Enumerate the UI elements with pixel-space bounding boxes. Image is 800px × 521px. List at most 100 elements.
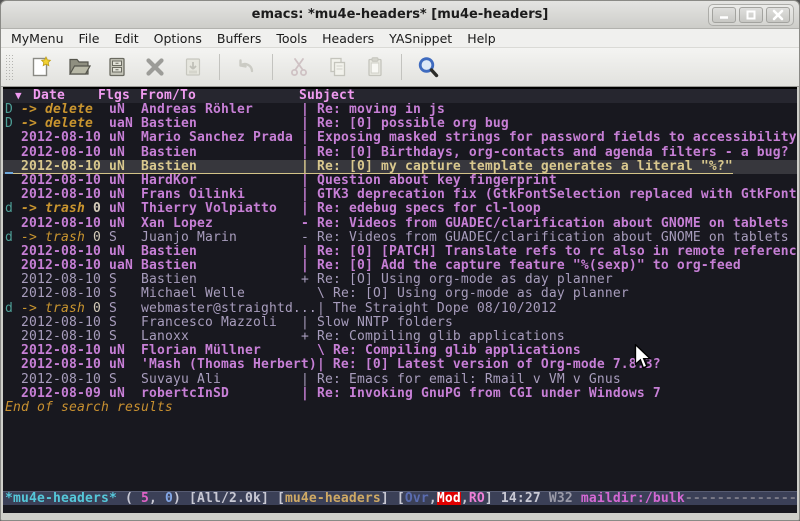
message-subject: \ Re: [O] Using org-mode as day planner [301,287,629,301]
message-subject: + Re: Compiling glib applications [301,330,565,344]
message-row[interactable]: 2012-08-10uNMario Sanchez Prada| Exposin… [3,131,797,145]
message-row[interactable]: 2012-08-10SBastien+ Re: [O] Using org-mo… [3,273,797,287]
message-subject: | GTK3 deprecation fix (GtkFontSelection… [301,188,797,202]
search-button[interactable] [415,54,441,80]
message-row[interactable]: D-> deleteuNAndreas Röhler| Re: moving i… [3,103,797,117]
message-date: -> delete [21,103,109,117]
sort-indicator-icon[interactable]: ▼ [15,89,22,103]
message-row[interactable]: 2012-08-10uaNBastien| Re: [0] Add the ca… [3,259,797,273]
message-row[interactable]: 2012-08-10uN'Mash (Thomas Herbert)| Re: … [3,358,797,372]
toolbar-separator [401,54,402,80]
message-row[interactable]: 2012-08-10SMichael Welle \ Re: [O] Using… [3,287,797,301]
menu-item-help[interactable]: Help [467,31,496,46]
message-date: 2012-08-10 [21,330,109,344]
message-row[interactable]: 2012-08-10uNXan Lopez- Re: Videos from G… [3,217,797,231]
cut-button [286,54,312,80]
message-row[interactable]: 2012-08-10SSuvayu Ali| Re: Emacs for ema… [3,373,797,387]
message-row[interactable]: 2012-08-10SFrancesco Mazzoli| Slow NNTP … [3,316,797,330]
end-of-results-text: End of search results [3,401,797,415]
message-row[interactable]: 2012-08-10uNBastien| Re: [0] Birthdays, … [3,146,797,160]
message-subject: | Re: Invoking GnuPG from CGI under Wind… [301,387,661,401]
open-folder-button[interactable] [66,54,92,80]
close-button[interactable] [766,7,790,23]
modeline: *mu4e-headers* ( 5, 0) [All/2.0k] [mu4e-… [3,491,797,505]
message-from: Andreas Röhler [141,103,301,117]
menu-item-edit[interactable]: Edit [114,31,138,46]
modeline-segment: 5 [141,492,149,505]
message-flags: uaN [109,259,141,273]
message-date: -> trash 0 [21,231,109,245]
message-flags: uN [109,358,141,372]
column-header-date[interactable]: Date [33,89,65,103]
message-flags: S [109,273,141,287]
message-flags: uN [109,103,141,117]
mark-char [5,259,21,273]
message-subject: | The Straight Dope 08/10/2012 [317,302,557,316]
column-header-flags[interactable]: Flgs [98,89,130,103]
message-date: 2012-08-10 [21,131,109,145]
menu-item-yasnippet[interactable]: YASnippet [389,31,452,46]
menu-item-tools[interactable]: Tools [276,31,307,46]
column-header-subject[interactable]: Subject [299,89,355,103]
mark-char [5,387,21,401]
message-from: Suvayu Ali [141,373,301,387]
mark-char: D [5,103,21,117]
message-row[interactable]: 2012-08-10uNFlorian Müllner \ Re: Compil… [3,344,797,358]
message-from: Francesco Mazzoli [141,316,301,330]
message-row[interactable]: D-> deleteuaNBastien| Re: [0] possible o… [3,117,797,131]
message-date: 2012-08-10 [21,217,109,231]
paste-icon [363,55,387,79]
message-from: Bastien [141,146,301,160]
message-flags: S [109,316,141,330]
maximize-button[interactable] [739,7,763,23]
menu-item-mymenu[interactable]: MyMenu [11,31,64,46]
message-from: Mario Sanchez Prada [141,131,301,145]
copy-button [324,54,350,80]
close-buffer-icon [143,55,167,79]
column-header-from[interactable]: From/To [140,89,196,103]
message-date: 2012-08-10 [21,188,109,202]
message-row[interactable]: 2012-08-10uNBastien| Re: [0] my capture … [3,160,797,174]
mark-char: D [5,117,21,131]
menu-item-file[interactable]: File [79,31,100,46]
message-row[interactable]: 2012-08-09uNrobertcInSD| Re: Invoking Gn… [3,387,797,401]
toolbar-drag-handle[interactable] [5,54,14,80]
message-row[interactable]: d-> trash 0Swebmaster@straightd...| The … [3,302,797,316]
toolbar [1,48,799,87]
message-row[interactable]: d-> trash 0uNThierry Volpiatto| Re: edeb… [3,202,797,216]
message-row[interactable]: 2012-08-10SLanoxx+ Re: Compiling glib ap… [3,330,797,344]
minimize-button[interactable] [712,7,736,23]
message-flags: uN [109,146,141,160]
close-buffer-button[interactable] [142,54,168,80]
message-subject: | Question about key fingerprint [301,174,557,188]
modeline-segment: ] [485,492,501,505]
modeline-segment: W32 [549,492,581,505]
menu-item-buffers[interactable]: Buffers [217,31,261,46]
menu-item-headers[interactable]: Headers [322,31,374,46]
message-row[interactable]: 2012-08-10uNFrans Oilinki| GTK3 deprecat… [3,188,797,202]
save-as-icon [181,55,205,79]
column-header-line: ▼ Date Flgs From/To Subject [3,89,797,103]
message-row[interactable]: 2012-08-10uNHardKor| Question about key … [3,174,797,188]
mark-char [5,358,21,372]
message-flags: S [109,231,141,245]
message-date: 2012-08-10 [21,287,109,301]
message-flags: uN [109,202,141,216]
mark-char [5,188,21,202]
message-row[interactable]: d-> trash 0SJuanjo Marin- Re: Videos fro… [3,231,797,245]
message-from: HardKor [141,174,301,188]
minimize-icon [717,9,731,21]
message-subject: | Re: moving in js [301,103,445,117]
save-button[interactable] [104,54,130,80]
titlebar[interactable]: emacs: *mu4e-headers* [mu4e-headers] [1,1,799,29]
undo-button [233,54,259,80]
message-from: Xan Lopez [141,217,301,231]
message-from: Bastien [141,160,301,174]
message-flags: S [109,287,141,301]
new-file-button[interactable] [28,54,54,80]
menu-item-options[interactable]: Options [154,31,202,46]
undo-icon [234,55,258,79]
message-row[interactable]: 2012-08-10uNBastien| Re: [0] [PATCH] Tra… [3,245,797,259]
modeline-segment: 0 [165,492,173,505]
save-icon [105,55,129,79]
